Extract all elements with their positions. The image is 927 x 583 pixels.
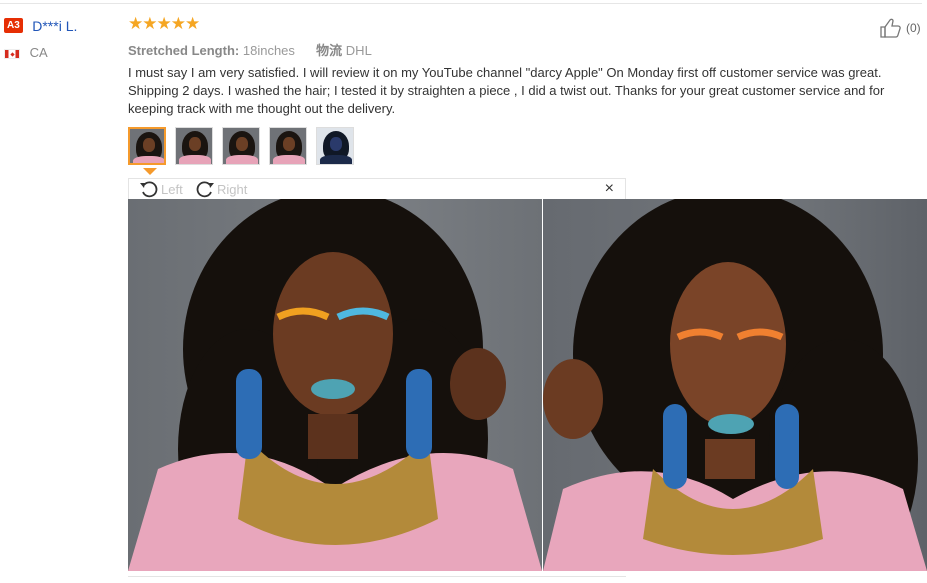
review-thumbnail[interactable] xyxy=(269,127,307,165)
review-thumbnail[interactable] xyxy=(222,127,260,165)
photo-panel-left xyxy=(128,199,542,571)
rotate-left-icon xyxy=(140,181,158,198)
shipping-label: 物流 xyxy=(316,43,343,58)
shipping-value: DHL xyxy=(345,43,372,58)
star-rating: ★★★★★ xyxy=(128,14,200,33)
close-viewer-button[interactable]: × xyxy=(605,180,614,198)
length-label: Stretched Length: xyxy=(128,43,240,58)
review-attributes: Stretched Length: 18inches 物流 DHL xyxy=(128,40,372,59)
top-divider xyxy=(0,3,922,4)
rotate-right-icon xyxy=(196,181,214,198)
review-thumbnail[interactable] xyxy=(316,127,354,165)
review-image-thumbnails xyxy=(128,127,363,165)
rotate-left-button[interactable]: Left xyxy=(139,180,183,198)
reviewer-name[interactable]: D***i L. xyxy=(32,18,77,34)
helpful-count: (0) xyxy=(906,21,921,35)
reviewer-country: CA xyxy=(4,45,48,60)
canada-flag-icon xyxy=(4,48,20,59)
image-viewer-toolbar: Left Right × xyxy=(128,178,626,199)
country-code: CA xyxy=(29,45,48,60)
buyer-level-badge: A3 xyxy=(4,18,23,34)
review-thumbnail[interactable] xyxy=(128,127,166,165)
review-text: I must say I am very satisfied. I will r… xyxy=(128,65,885,116)
reviewer-info: A3 D***i L. xyxy=(4,17,77,35)
thumbs-up-icon xyxy=(880,18,901,38)
length-value: 18inches xyxy=(242,43,295,58)
photo-panel-right xyxy=(543,199,927,571)
rotate-right-label: Right xyxy=(217,181,248,197)
review-photo-large xyxy=(128,199,927,571)
helpful-button[interactable]: (0) xyxy=(879,18,921,38)
rotate-right-button[interactable]: Right xyxy=(195,180,247,198)
review-thumbnail[interactable] xyxy=(175,127,213,165)
active-thumbnail-indicator xyxy=(143,168,157,175)
rotate-left-label: Left xyxy=(161,181,183,197)
